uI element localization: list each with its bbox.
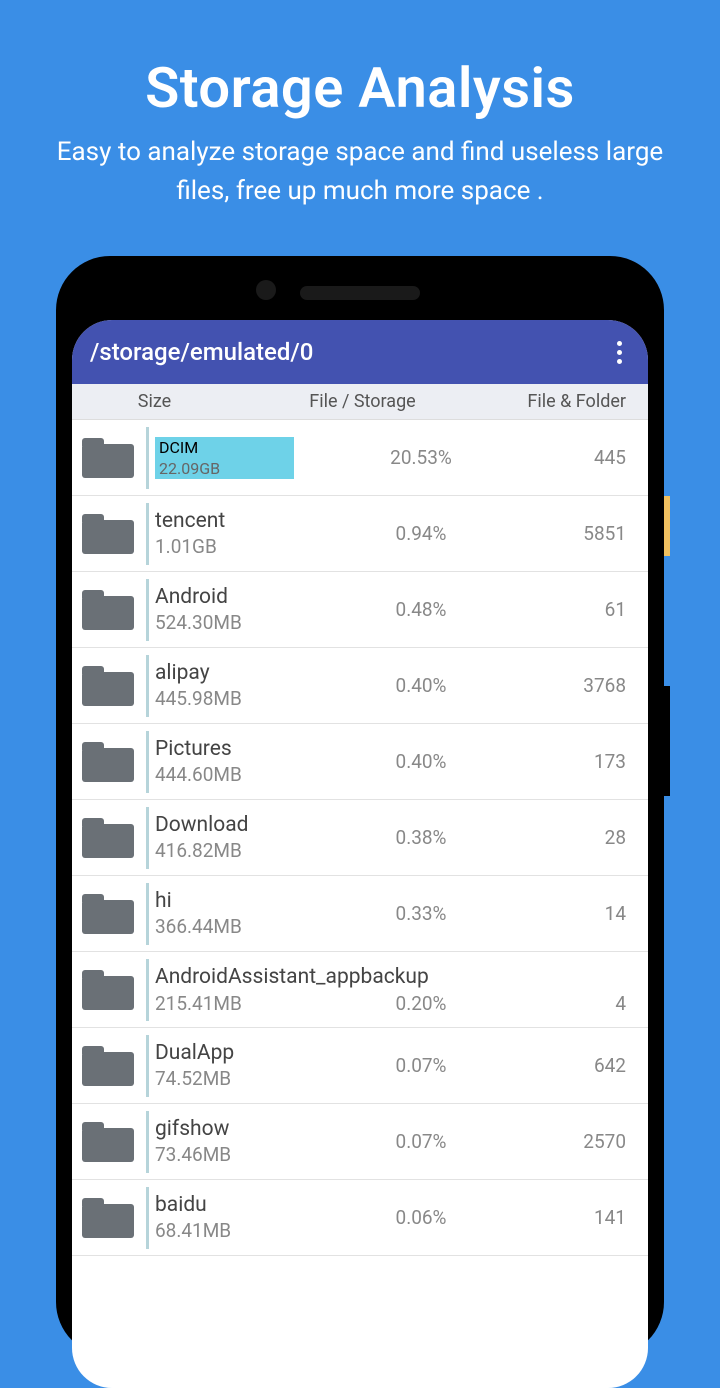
list-item[interactable]: DCIM22.09GB20.53%445 (72, 420, 648, 496)
file-count: 3768 (548, 674, 648, 697)
list-item[interactable]: Android524.30MB0.48%61 (72, 572, 648, 648)
file-count: 445 (548, 446, 648, 469)
folder-icon (82, 1198, 134, 1238)
phone-frame: /storage/emulated/0 Size File / Storage … (56, 256, 664, 1356)
file-percentage: 20.53% (294, 446, 548, 469)
file-count: 28 (548, 826, 648, 849)
file-name: Android (155, 584, 294, 611)
file-percentage: 0.07% (294, 1054, 548, 1077)
file-size: 444.60MB (155, 763, 294, 788)
file-percentage: 0.33% (294, 902, 548, 925)
folder-icon (82, 894, 134, 934)
file-name: baidu (155, 1192, 294, 1219)
file-name: AndroidAssistant_appbackup (155, 964, 648, 991)
phone-power-button (664, 686, 670, 796)
folder-icon (82, 666, 134, 706)
file-name: DCIM (155, 437, 294, 458)
file-count: 4 (548, 992, 648, 1015)
folder-icon (82, 590, 134, 630)
file-percentage: 0.20% (294, 992, 548, 1015)
file-list[interactable]: DCIM22.09GB20.53%445tencent1.01GB0.94%58… (72, 420, 648, 1256)
file-size: 445.98MB (155, 687, 294, 712)
file-count: 642 (548, 1054, 648, 1077)
file-percentage: 0.07% (294, 1130, 548, 1153)
file-percentage: 0.40% (294, 750, 548, 773)
file-count: 2570 (548, 1130, 648, 1153)
list-item[interactable]: hi366.44MB0.33%14 (72, 876, 648, 952)
list-item[interactable]: gifshow73.46MB0.07%2570 (72, 1104, 648, 1180)
phone-screen: /storage/emulated/0 Size File / Storage … (72, 320, 648, 1388)
file-count: 5851 (548, 522, 648, 545)
file-size: 1.01GB (155, 535, 294, 560)
column-header: Size File / Storage File & Folder (72, 384, 648, 420)
file-percentage: 0.40% (294, 674, 548, 697)
folder-icon (82, 818, 134, 858)
file-size: 366.44MB (155, 915, 294, 940)
file-percentage: 0.94% (294, 522, 548, 545)
list-item[interactable]: Pictures444.60MB0.40%173 (72, 724, 648, 800)
phone-side-button (664, 496, 670, 556)
column-count[interactable]: File & Folder (488, 391, 648, 412)
list-item[interactable]: AndroidAssistant_appbackup215.41MB0.20%4 (72, 952, 648, 1028)
list-item[interactable]: alipay445.98MB0.40%3768 (72, 648, 648, 724)
file-name: DualApp (155, 1040, 294, 1067)
file-count: 173 (548, 750, 648, 773)
app-bar: /storage/emulated/0 (72, 320, 648, 384)
file-name: alipay (155, 660, 294, 687)
folder-icon (82, 1046, 134, 1086)
overflow-menu-icon[interactable] (609, 333, 630, 372)
file-percentage: 0.38% (294, 826, 548, 849)
file-name: Download (155, 812, 294, 839)
folder-icon (82, 438, 134, 478)
list-item[interactable]: Download416.82MB0.38%28 (72, 800, 648, 876)
file-size: 73.46MB (155, 1143, 294, 1168)
list-item[interactable]: tencent1.01GB0.94%5851 (72, 496, 648, 572)
file-size: 524.30MB (155, 611, 294, 636)
file-count: 61 (548, 598, 648, 621)
folder-icon (82, 1122, 134, 1162)
file-name: Pictures (155, 736, 294, 763)
folder-icon (82, 514, 134, 554)
file-size: 215.41MB (155, 992, 294, 1015)
file-name: gifshow (155, 1116, 294, 1143)
file-size: 74.52MB (155, 1067, 294, 1092)
list-item[interactable]: DualApp74.52MB0.07%642 (72, 1028, 648, 1104)
folder-icon (82, 970, 134, 1010)
column-size[interactable]: Size (72, 391, 237, 412)
path-breadcrumb[interactable]: /storage/emulated/0 (90, 338, 313, 366)
file-name: hi (155, 888, 294, 915)
file-percentage: 0.48% (294, 598, 548, 621)
folder-icon (82, 742, 134, 782)
file-count: 141 (548, 1206, 648, 1229)
file-count: 14 (548, 902, 648, 925)
file-size: 22.09GB (155, 458, 294, 479)
file-size: 416.82MB (155, 839, 294, 864)
file-percentage: 0.06% (294, 1206, 548, 1229)
promo-title: Storage Analysis (0, 0, 720, 121)
file-name: tencent (155, 508, 294, 535)
list-item[interactable]: baidu68.41MB0.06%141 (72, 1180, 648, 1256)
promo-subtitle: Easy to analyze storage space and find u… (0, 121, 720, 211)
file-size: 68.41MB (155, 1219, 294, 1244)
column-ratio[interactable]: File / Storage (237, 391, 488, 412)
